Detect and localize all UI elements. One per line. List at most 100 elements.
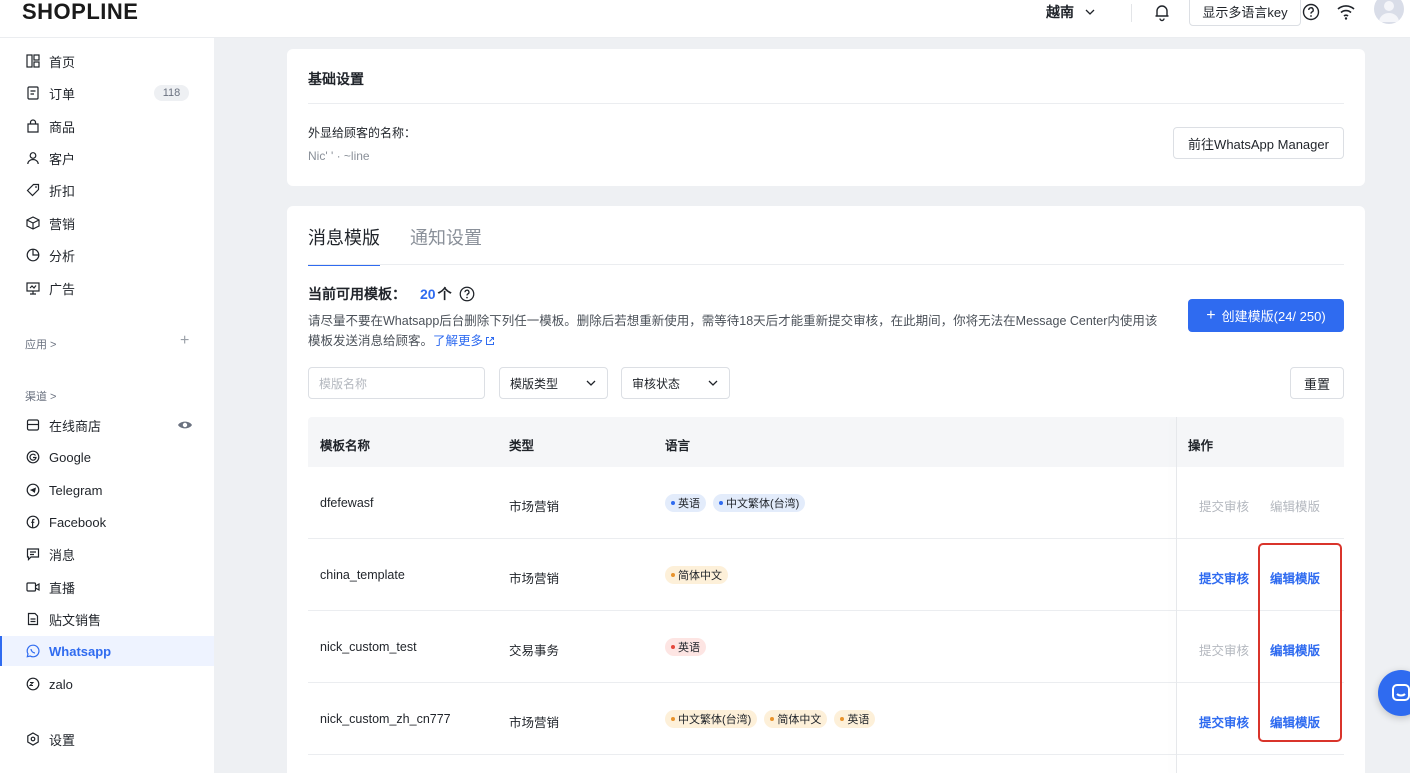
language-tag-label: 中文繁体(台湾) xyxy=(678,714,752,726)
whatsapp-manager-button[interactable]: 前往WhatsApp Manager xyxy=(1173,127,1344,159)
sidebar-item-post-sales[interactable]: 贴文销售 xyxy=(0,604,214,634)
post-icon xyxy=(25,611,41,627)
language-tags: 简体中文 xyxy=(665,566,728,584)
region-selector[interactable]: 越南 xyxy=(1046,2,1096,22)
status-dot xyxy=(671,501,675,505)
table-header: 模板名称 类型 语言 操作 xyxy=(308,417,1344,467)
sidebar-item-messages[interactable]: 消息 xyxy=(0,539,214,569)
submit-review-button[interactable]: 提交审核 xyxy=(1199,712,1249,731)
chat-icon xyxy=(1392,684,1410,701)
sidebar-item-google[interactable]: Google xyxy=(0,442,214,472)
column-header-name: 模板名称 xyxy=(320,439,371,453)
sidebar-item-customers[interactable]: 客户 xyxy=(0,143,214,173)
template-type-cell: 市场营销 xyxy=(509,572,560,586)
divider xyxy=(308,103,1344,104)
sidebar-item-zalo[interactable]: zalo xyxy=(0,669,214,699)
whatsapp-icon xyxy=(25,643,41,659)
sidebar-item-label: 订单 xyxy=(49,86,76,102)
add-app-icon[interactable]: + xyxy=(180,332,189,350)
sidebar-item-products[interactable]: 商品 xyxy=(0,111,214,141)
orders-count-badge: 118 xyxy=(154,85,189,101)
edit-buttons-highlight xyxy=(1258,543,1342,742)
chevron-down-icon xyxy=(708,380,718,386)
show-lang-key-button[interactable]: 显示多语言key xyxy=(1189,0,1301,26)
available-templates: 当前可用模板： 20 个 xyxy=(308,284,476,304)
region-label: 越南 xyxy=(1046,4,1074,20)
message-icon xyxy=(25,546,41,562)
language-tag: 英语 xyxy=(665,494,706,512)
sidebar-item-label: Whatsapp xyxy=(49,643,112,659)
sidebar-item-whatsapp[interactable]: Whatsapp xyxy=(0,636,214,666)
sidebar-item-discounts[interactable]: 折扣 xyxy=(0,175,214,205)
sidebar-item-home[interactable]: 首页 xyxy=(0,46,214,76)
wifi-icon[interactable] xyxy=(1336,3,1356,21)
submit-review-button[interactable]: 提交审核 xyxy=(1199,640,1249,659)
chat-support-button[interactable] xyxy=(1378,670,1410,716)
help-icon[interactable] xyxy=(458,285,476,303)
basic-settings-title: 基础设置 xyxy=(308,71,364,87)
sidebar-item-label: 在线商店 xyxy=(49,418,102,434)
display-name-label: 外显给顾客的名称： xyxy=(308,126,417,140)
language-tag: 简体中文 xyxy=(764,710,828,728)
learn-more-label: 了解更多 xyxy=(433,334,484,348)
user-avatar[interactable] xyxy=(1374,0,1404,24)
help-icon[interactable] xyxy=(1301,2,1321,22)
shopline-logo[interactable]: SHOPLINE xyxy=(22,0,138,24)
language-tag-label: 简体中文 xyxy=(777,714,822,726)
sidebar-item-label: Google xyxy=(49,449,91,465)
chevron-down-icon xyxy=(1085,9,1095,15)
sidebar-item-telegram[interactable]: Telegram xyxy=(0,475,214,505)
edit-template-button[interactable]: 编辑模版 xyxy=(1270,496,1320,515)
submit-review-button[interactable]: 提交审核 xyxy=(1199,568,1249,587)
submit-review-button[interactable]: 提交审核 xyxy=(1199,496,1249,515)
user-icon xyxy=(25,150,41,166)
language-tag-label: 英语 xyxy=(678,642,700,654)
status-dot xyxy=(719,501,723,505)
template-type-select[interactable]: 模版类型 xyxy=(499,367,608,399)
create-template-button[interactable]: + 创建模版(24/ 250) xyxy=(1188,299,1344,332)
language-tag-label: 英语 xyxy=(678,498,700,510)
status-dot xyxy=(671,645,675,649)
template-type-cell: 市场营销 xyxy=(509,716,560,730)
apps-section-label[interactable]: 应用 > xyxy=(25,336,56,352)
sidebar-item-ads[interactable]: 广告 xyxy=(0,273,214,303)
sidebar-item-analytics[interactable]: 分析 xyxy=(0,240,214,270)
tab-notification-settings[interactable]: 通知设置 xyxy=(410,224,482,266)
reset-button[interactable]: 重置 xyxy=(1290,367,1344,399)
create-template-label: 创建模版(24/ 250) xyxy=(1221,309,1326,324)
eye-icon[interactable] xyxy=(177,417,193,433)
sidebar-item-live[interactable]: 直播 xyxy=(0,572,214,602)
sidebar-item-label: 直播 xyxy=(49,580,76,596)
topbar-divider xyxy=(1131,4,1132,22)
sidebar-item-marketing[interactable]: 营销 xyxy=(0,208,214,238)
sidebar-item-label: 客户 xyxy=(49,151,76,167)
language-tags: 英语 xyxy=(665,638,706,656)
column-header-type: 类型 xyxy=(509,439,535,453)
sidebar-item-label: 分析 xyxy=(49,248,76,264)
plus-icon: + xyxy=(1206,306,1216,324)
google-icon xyxy=(25,449,41,465)
learn-more-link[interactable]: 了解更多 xyxy=(433,334,495,348)
status-dot xyxy=(770,717,775,721)
review-status-select[interactable]: 审核状态 xyxy=(621,367,730,399)
sidebar-item-facebook[interactable]: Facebook xyxy=(0,507,214,537)
language-tag: 中文繁体(台湾) xyxy=(713,494,806,512)
bag-icon xyxy=(25,118,41,134)
zalo-icon xyxy=(25,676,41,692)
sidebar-item-settings[interactable]: 设置 xyxy=(0,724,214,754)
language-tag-label: 中文繁体(台湾) xyxy=(726,498,800,510)
sidebar: 首页 订单 118 商品 客户 折扣 营销 分析 广告 应用 > + 渠道 > … xyxy=(0,38,214,773)
tab-message-templates[interactable]: 消息模版 xyxy=(308,224,380,266)
telegram-icon xyxy=(25,482,41,498)
language-tag: 中文繁体(台湾) xyxy=(665,710,758,728)
sidebar-item-label: 折扣 xyxy=(49,183,76,199)
video-icon xyxy=(25,579,41,595)
bell-icon[interactable] xyxy=(1152,2,1172,22)
channels-section-label[interactable]: 渠道 > xyxy=(25,388,56,404)
language-tags: 英语 中文繁体(台湾) xyxy=(665,494,806,512)
sidebar-item-orders[interactable]: 订单 118 xyxy=(0,78,214,108)
sidebar-item-label: 消息 xyxy=(49,547,76,563)
template-name-input[interactable]: 模版名称 xyxy=(308,367,485,399)
language-tag: 简体中文 xyxy=(665,566,728,584)
cube-icon xyxy=(25,215,41,231)
